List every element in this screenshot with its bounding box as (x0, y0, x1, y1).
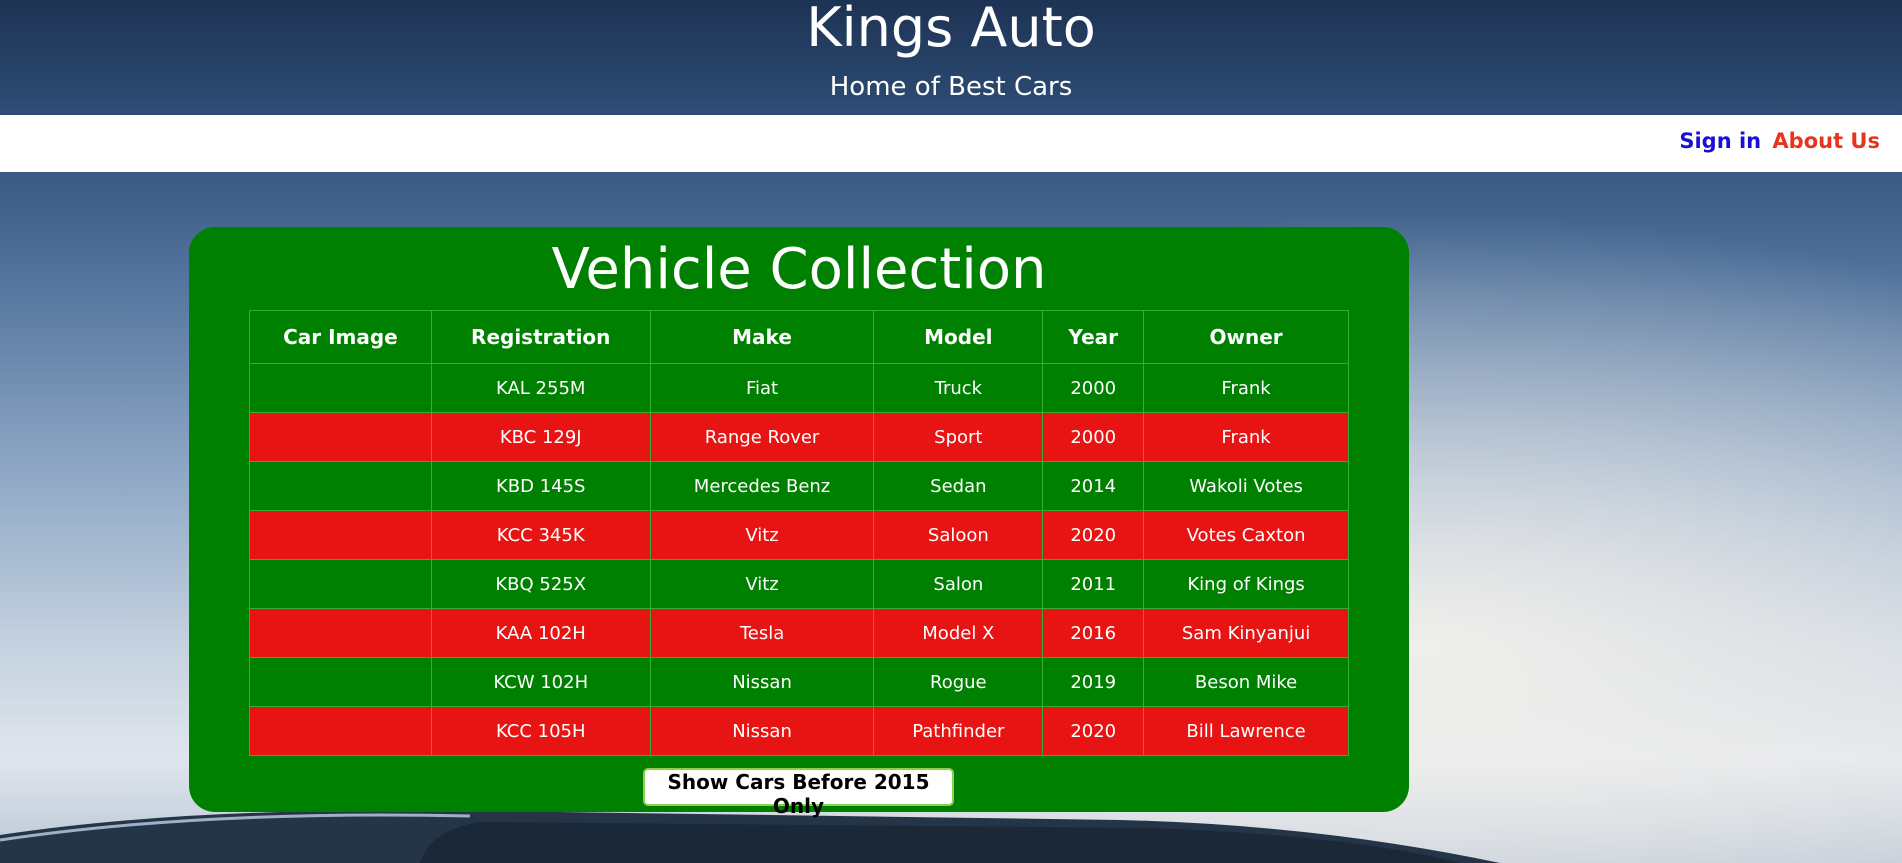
year-cell: 2020 (1042, 706, 1145, 756)
table-row: KCC 345K Vitz Saloon 2020 Votes Caxton (249, 510, 1349, 560)
site-header: Kings Auto Home of Best Cars (0, 0, 1902, 115)
table-row: KBQ 525X Vitz Salon 2011 King of Kings (249, 559, 1349, 609)
make-cell: Vitz (649, 510, 875, 560)
car-image-cell (249, 363, 432, 413)
owner-cell: Bill Lawrence (1143, 706, 1349, 756)
make-cell: Nissan (649, 657, 875, 707)
vehicle-table-body: KAL 255M Fiat Truck 2000 Frank KBC 129J Range … (249, 363, 1349, 756)
model-cell: Rogue (873, 657, 1044, 707)
car-image-cell (249, 608, 432, 658)
car-image-cell (249, 412, 432, 462)
registration-cell: KCW 102H (430, 657, 651, 707)
registration-cell: KCC 105H (430, 706, 651, 756)
about-us-link[interactable]: About Us (1772, 129, 1880, 153)
table-row: KBD 145S Mercedes Benz Sedan 2014 Wakoli Vot… (249, 461, 1349, 511)
sign-in-link[interactable]: Sign in (1679, 129, 1761, 153)
make-cell: Vitz (649, 559, 875, 609)
column-header-make: Make (649, 310, 875, 364)
collection-title: Vehicle Collection (551, 237, 1047, 302)
table-row: KAL 255M Fiat Truck 2000 Frank (249, 363, 1349, 413)
nav-links: Sign in About Us (1679, 129, 1880, 153)
owner-cell: Votes Caxton (1143, 510, 1349, 560)
registration-cell: KBQ 525X (430, 559, 651, 609)
model-cell: Sport (873, 412, 1044, 462)
registration-cell: KBC 129J (430, 412, 651, 462)
navbar: Sign in About Us (0, 115, 1902, 172)
year-cell: 2000 (1042, 363, 1145, 413)
column-header-car-image: Car Image (249, 310, 432, 364)
owner-cell: Wakoli Votes (1143, 461, 1349, 511)
year-cell: 2019 (1042, 657, 1145, 707)
vehicle-collection-panel: Vehicle Collection Car Image Registratio… (189, 227, 1409, 818)
make-cell: Nissan (649, 706, 875, 756)
registration-cell: KAL 255M (430, 363, 651, 413)
column-header-registration: Registration (430, 310, 651, 364)
make-cell: Fiat (649, 363, 875, 413)
registration-cell: KAA 102H (430, 608, 651, 658)
make-cell: Range Rover (649, 412, 875, 462)
owner-cell: King of Kings (1143, 559, 1349, 609)
year-cell: 2000 (1042, 412, 1145, 462)
site-subtitle: Home of Best Cars (829, 72, 1073, 102)
make-cell: Mercedes Benz (649, 461, 875, 511)
table-row: KCW 102H Nissan Rogue 2019 Beson Mike (249, 657, 1349, 707)
owner-cell: Beson Mike (1143, 657, 1349, 707)
year-cell: 2011 (1042, 559, 1145, 609)
owner-cell: Frank (1143, 363, 1349, 413)
year-cell: 2016 (1042, 608, 1145, 658)
show-cars-before-2015-button[interactable]: Show Cars Before 2015 Only (643, 768, 954, 818)
column-header-model: Model (873, 310, 1044, 364)
year-cell: 2020 (1042, 510, 1145, 560)
registration-cell: KCC 345K (430, 510, 651, 560)
car-image-cell (249, 657, 432, 707)
model-cell: Model X (873, 608, 1044, 658)
vehicle-table: Car Image Registration Make Model Year O… (249, 310, 1349, 756)
model-cell: Saloon (873, 510, 1044, 560)
model-cell: Truck (873, 363, 1044, 413)
column-header-owner: Owner (1143, 310, 1349, 364)
year-cell: 2014 (1042, 461, 1145, 511)
table-row: KBC 129J Range Rover Sport 2000 Frank (249, 412, 1349, 462)
make-cell: Tesla (649, 608, 875, 658)
car-image-cell (249, 510, 432, 560)
table-row: KCC 105H Nissan Pathfinder 2020 Bill Lawrenc… (249, 706, 1349, 756)
model-cell: Salon (873, 559, 1044, 609)
model-cell: Sedan (873, 461, 1044, 511)
car-image-cell (249, 706, 432, 756)
car-image-cell (249, 559, 432, 609)
model-cell: Pathfinder (873, 706, 1044, 756)
table-row: KAA 102H Tesla Model X 2016 Sam Kinyanjui (249, 608, 1349, 658)
site-title: Kings Auto (806, 0, 1096, 59)
column-header-year: Year (1042, 310, 1145, 364)
owner-cell: Sam Kinyanjui (1143, 608, 1349, 658)
registration-cell: KBD 145S (430, 461, 651, 511)
owner-cell: Frank (1143, 412, 1349, 462)
table-header-row: Car Image Registration Make Model Year O… (249, 310, 1349, 364)
car-image-cell (249, 461, 432, 511)
